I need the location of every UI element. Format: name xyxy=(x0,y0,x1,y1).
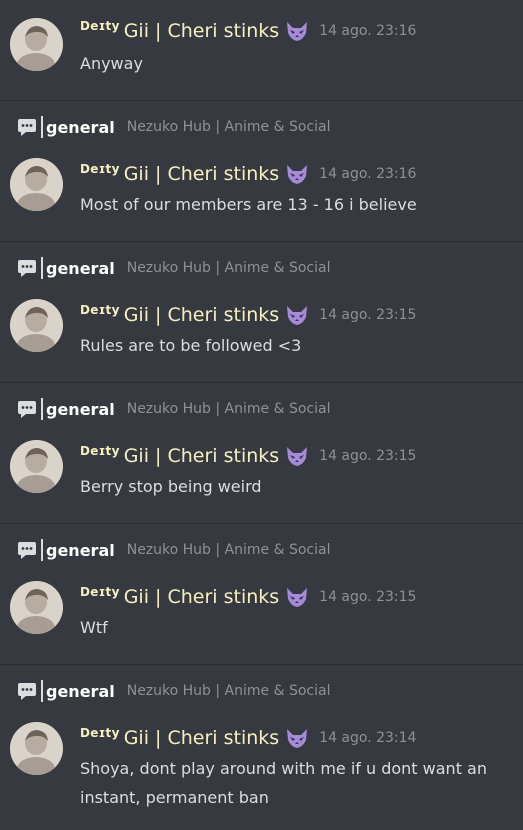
avatar[interactable] xyxy=(10,581,63,634)
search-result[interactable]: general Nezuko Hub | Anime & Social Deɪt… xyxy=(0,664,523,830)
chat-bubble-icon xyxy=(17,540,37,560)
message-content: Berry stop being weird xyxy=(80,477,262,496)
channel-divider xyxy=(41,539,43,561)
channel-header[interactable]: general Nezuko Hub | Anime & Social xyxy=(17,396,330,422)
role-tag: Deɪty xyxy=(80,726,120,740)
message-content: Rules are to be followed <3 xyxy=(80,336,302,355)
avatar[interactable] xyxy=(10,18,63,71)
timestamp: 14 ago. 23:16 xyxy=(319,166,417,182)
role-tag: Deɪty xyxy=(80,585,120,599)
username[interactable]: Gii | Cheri stinks xyxy=(124,163,279,185)
purple-fox-mask-emoji-icon xyxy=(285,444,309,468)
role-tag: Deɪty xyxy=(80,303,120,317)
channel-name[interactable]: general xyxy=(46,400,115,419)
timestamp: 14 ago. 23:15 xyxy=(319,307,417,323)
role-tag: Deɪty xyxy=(80,444,120,458)
purple-fox-mask-emoji-icon xyxy=(285,585,309,609)
channel-header[interactable]: general Nezuko Hub | Anime & Social xyxy=(17,255,330,281)
server-name: Nezuko Hub | Anime & Social xyxy=(126,542,331,558)
channel-header[interactable]: general Nezuko Hub | Anime & Social xyxy=(17,678,330,704)
channel-header[interactable]: general Nezuko Hub | Anime & Social xyxy=(17,114,330,140)
search-result[interactable]: general Nezuko Hub | Anime & Social Deɪt… xyxy=(0,241,523,383)
message-header: Deɪty Gii | Cheri stinks 14 ago. 23:16 xyxy=(80,17,416,45)
purple-fox-mask-emoji-icon xyxy=(285,726,309,750)
search-result[interactable]: Deɪty Gii | Cheri stinks 14 ago. 23:16 A… xyxy=(0,0,523,73)
avatar[interactable] xyxy=(10,299,63,352)
search-result[interactable]: general Nezuko Hub | Anime & Social Deɪt… xyxy=(0,382,523,524)
channel-divider xyxy=(41,398,43,420)
avatar[interactable] xyxy=(10,440,63,493)
chat-bubble-icon xyxy=(17,399,37,419)
timestamp: 14 ago. 23:14 xyxy=(319,730,417,746)
purple-fox-mask-emoji-icon xyxy=(285,162,309,186)
username[interactable]: Gii | Cheri stinks xyxy=(124,586,279,608)
message-content: Anyway xyxy=(80,54,143,73)
message-content: Most of our members are 13 - 16 i believ… xyxy=(80,195,417,214)
message-header: Deɪty Gii | Cheri stinks 14 ago. 23:15 xyxy=(80,583,416,611)
message-content: Shoya, dont play around with me if u don… xyxy=(80,759,487,807)
username[interactable]: Gii | Cheri stinks xyxy=(124,445,279,467)
message-content: Wtf xyxy=(80,618,108,637)
chat-bubble-icon xyxy=(17,681,37,701)
channel-divider xyxy=(41,257,43,279)
role-tag: Deɪty xyxy=(80,162,120,176)
message-header: Deɪty Gii | Cheri stinks 14 ago. 23:15 xyxy=(80,442,416,470)
timestamp: 14 ago. 23:15 xyxy=(319,448,417,464)
message-header: Deɪty Gii | Cheri stinks 14 ago. 23:15 xyxy=(80,301,416,329)
channel-header[interactable]: general Nezuko Hub | Anime & Social xyxy=(17,537,330,563)
search-result[interactable]: general Nezuko Hub | Anime & Social Deɪt… xyxy=(0,100,523,242)
channel-name[interactable]: general xyxy=(46,682,115,701)
chat-bubble-icon xyxy=(17,117,37,137)
server-name: Nezuko Hub | Anime & Social xyxy=(126,401,331,417)
channel-name[interactable]: general xyxy=(46,259,115,278)
channel-divider xyxy=(41,116,43,138)
timestamp: 14 ago. 23:15 xyxy=(319,589,417,605)
message-header: Deɪty Gii | Cheri stinks 14 ago. 23:14 xyxy=(80,724,416,752)
channel-name[interactable]: general xyxy=(46,541,115,560)
server-name: Nezuko Hub | Anime & Social xyxy=(126,119,331,135)
avatar[interactable] xyxy=(10,722,63,775)
username[interactable]: Gii | Cheri stinks xyxy=(124,20,279,42)
role-tag: Deɪty xyxy=(80,19,120,33)
search-results-feed: Deɪty Gii | Cheri stinks 14 ago. 23:16 A… xyxy=(0,0,523,830)
server-name: Nezuko Hub | Anime & Social xyxy=(126,260,331,276)
channel-divider xyxy=(41,680,43,702)
channel-name[interactable]: general xyxy=(46,118,115,137)
avatar[interactable] xyxy=(10,158,63,211)
message-header: Deɪty Gii | Cheri stinks 14 ago. 23:16 xyxy=(80,160,416,188)
timestamp: 14 ago. 23:16 xyxy=(319,23,417,39)
server-name: Nezuko Hub | Anime & Social xyxy=(126,683,331,699)
username[interactable]: Gii | Cheri stinks xyxy=(124,727,279,749)
purple-fox-mask-emoji-icon xyxy=(285,19,309,43)
chat-bubble-icon xyxy=(17,258,37,278)
username[interactable]: Gii | Cheri stinks xyxy=(124,304,279,326)
purple-fox-mask-emoji-icon xyxy=(285,303,309,327)
search-result[interactable]: general Nezuko Hub | Anime & Social Deɪt… xyxy=(0,523,523,665)
